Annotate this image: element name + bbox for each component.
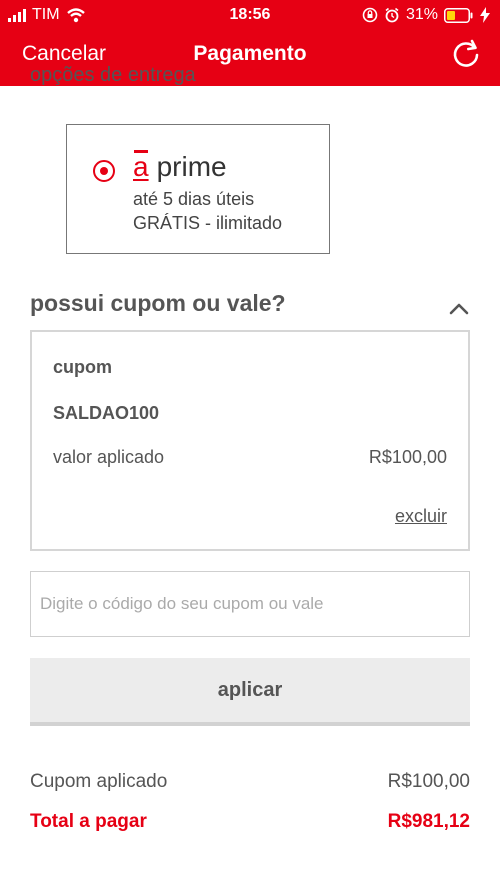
summary-coupon-value: R$100,00 <box>387 771 470 792</box>
charging-icon <box>480 7 490 23</box>
remove-coupon-link[interactable]: excluir <box>395 506 447 527</box>
prime-logo-word: prime <box>156 151 227 182</box>
prime-logo: a prime <box>133 150 227 183</box>
applied-value: R$100,00 <box>368 447 447 467</box>
summary-total-row: Total a pagar R$981,12 <box>30 811 470 835</box>
battery-icon <box>444 7 473 23</box>
page-title: Pagamento <box>193 42 307 65</box>
summary-coupon-label: Cupom aplicado <box>30 771 168 792</box>
total-label: Total a pagar <box>30 811 147 832</box>
shipping-heading-cut: opções de entrega <box>30 64 196 86</box>
delivery-price: GRÁTIS - ilimitado <box>133 213 283 233</box>
coupon-section-title: possui cupom ou vale? <box>30 290 286 316</box>
radio-selected-icon[interactable] <box>93 160 115 182</box>
prime-logo-letter: a <box>133 150 149 182</box>
chevron-up-icon[interactable] <box>448 300 470 316</box>
coupon-code-input[interactable] <box>30 571 470 637</box>
shipping-option-prime[interactable]: a prime até 5 dias úteis GRÁTIS - ilimit… <box>66 124 330 254</box>
applied-value-label: valor aplicado <box>53 447 165 467</box>
coupon-code: SALDAO100 <box>53 403 160 423</box>
apply-button[interactable]: aplicar <box>30 658 470 726</box>
applied-coupon-card: cupom SALDAO100 valor aplicado R$100,00 … <box>30 330 470 551</box>
refresh-icon[interactable] <box>450 38 482 70</box>
alarm-icon <box>385 7 399 23</box>
summary-coupon-row: Cupom aplicado R$100,00 <box>30 771 470 795</box>
delivery-time: até 5 dias úteis <box>133 189 255 209</box>
orientation-lock-icon <box>362 7 378 23</box>
status-bar: TIM 18:56 31% <box>0 0 500 30</box>
total-value: R$981,12 <box>387 811 470 832</box>
battery-percent: 31% <box>405 6 438 23</box>
coupon-label: cupom <box>53 357 113 377</box>
status-right: 31% <box>362 0 490 30</box>
